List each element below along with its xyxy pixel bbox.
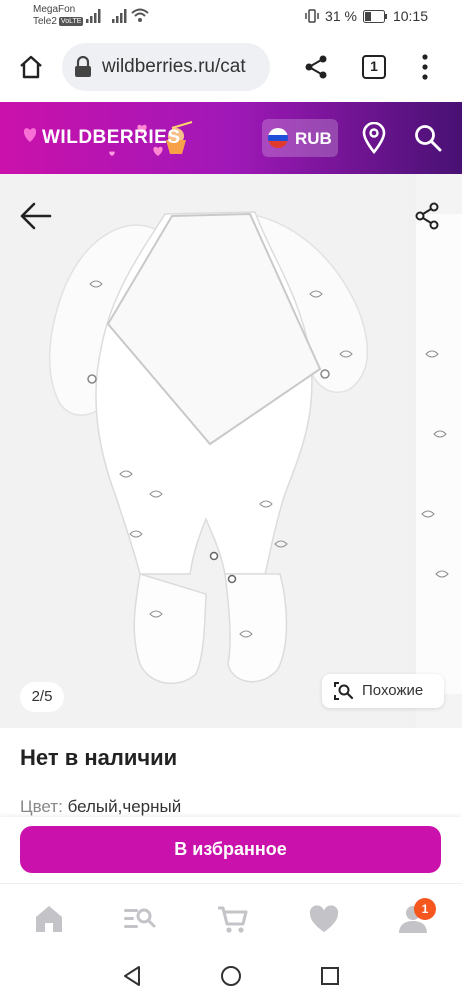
url-text[interactable]: wildberries.ru/cat [102,56,246,78]
browser-toolbar: wildberries.ru/cat 1 [0,34,462,102]
signal-icon [86,9,101,23]
clock: 10:15 [392,8,428,24]
heart-icon[interactable] [307,902,341,936]
battery-percent: 31 % [325,8,357,24]
home-icon[interactable] [32,902,66,936]
profile-badge: 1 [414,898,436,920]
currency-button[interactable]: RUB [262,119,338,157]
color-label: Цвет: [20,797,63,816]
carrier-megafon: MegaFon [33,4,76,15]
product-gallery[interactable]: 2/5 Похожие [0,174,462,728]
lock-icon[interactable] [73,56,93,78]
carrier-tele2: Tele2 [33,16,57,27]
onesie-illustration [48,211,369,684]
wifi-icon [131,8,149,22]
screen: MegaFon Tele2 VoLTE 31 % 10:15 wildberri… [0,0,462,1000]
russia-flag-icon [268,128,288,148]
next-image-illustration [416,214,462,694]
address-bar[interactable]: wildberries.ru/cat [62,43,270,91]
product-image[interactable] [0,174,407,728]
image-counter: 2/5 [20,682,64,712]
favorite-bar: В избранное [0,817,462,883]
more-vert-icon[interactable] [417,53,433,81]
color-row: Цвет: белый,черный [20,797,181,817]
share-icon[interactable] [303,54,329,80]
similar-label: Похожие [362,682,424,699]
location-pin-icon[interactable] [361,122,387,154]
back-arrow-icon[interactable] [20,202,52,230]
wb-header: WILDBERRIES RUB [0,102,462,174]
home-icon[interactable] [18,54,44,80]
color-value: белый,черный [67,797,182,816]
availability-status: Нет в наличии [20,745,178,770]
catalog-search-icon[interactable] [122,902,156,936]
search-icon[interactable] [414,124,442,152]
logo[interactable]: WILDBERRIES [42,127,181,149]
volte-badge: VoLTE [58,17,84,26]
tabs-icon[interactable]: 1 [362,55,386,79]
recents-square-icon[interactable] [320,966,340,986]
battery-icon [362,9,387,23]
home-circle-icon[interactable] [220,965,242,987]
signal-icon [112,9,127,23]
cart-icon[interactable] [216,902,250,936]
add-to-favorites-button[interactable]: В избранное [20,826,441,873]
currency-label: RUB [295,129,332,148]
bottom-nav: 1 [0,883,462,951]
next-image-preview[interactable] [416,174,462,728]
system-navbar [0,951,462,1000]
vibrate-icon [305,9,319,23]
status-bar: MegaFon Tele2 VoLTE 31 % 10:15 [0,0,462,34]
similar-button[interactable]: Похожие [322,674,444,708]
carrier-info: MegaFon Tele2 VoLTE [33,4,84,28]
share-icon[interactable] [414,202,440,230]
status-right: 31 % 10:15 [305,8,428,24]
back-triangle-icon[interactable] [122,965,142,987]
similar-search-icon [334,682,354,700]
